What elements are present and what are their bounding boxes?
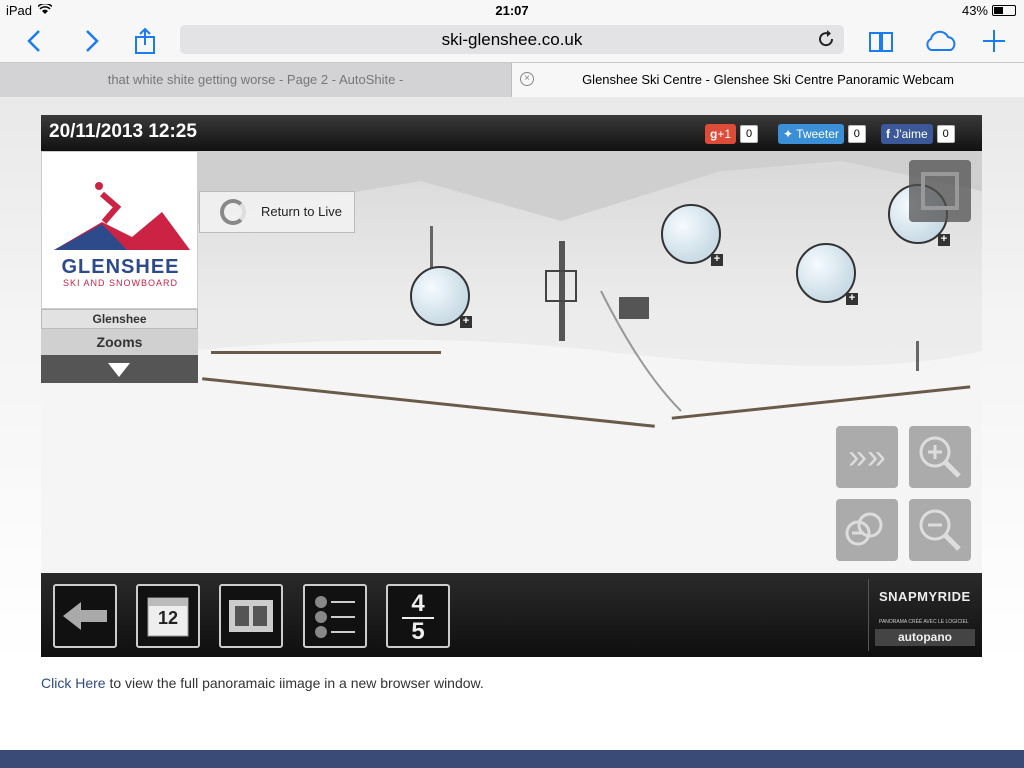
- plus-icon: +: [460, 316, 472, 328]
- return-to-live-button[interactable]: Return to Live: [199, 191, 355, 233]
- calendar-button[interactable]: 12: [136, 584, 200, 648]
- click-here-link[interactable]: Click Here: [41, 675, 106, 691]
- page-footer-bar: [0, 750, 1024, 768]
- tab-bar: that white shite getting worse - Page 2 …: [0, 62, 1024, 97]
- loading-spinner-icon: [220, 199, 246, 225]
- gplus-share[interactable]: g+1 0: [705, 124, 759, 144]
- logo-mountain-icon: [54, 182, 190, 250]
- facebook-count: 0: [936, 125, 955, 143]
- snapmyride-brand[interactable]: SNAPMYRIDE PANORAMA CRÉÉ AVEC LE LOGICIE…: [868, 579, 976, 651]
- list-button[interactable]: [303, 584, 367, 648]
- battery-icon: [992, 5, 1016, 16]
- book-icon[interactable]: [866, 26, 896, 56]
- clock: 21:07: [495, 3, 529, 18]
- autopano-label: autopano: [875, 629, 975, 646]
- twitter-button[interactable]: ✦ Tweeter: [778, 124, 844, 144]
- zoom-reset-button[interactable]: [836, 499, 898, 561]
- zoom-out-button[interactable]: [909, 499, 971, 561]
- panorama-image[interactable]: GLENSHEE SKI AND SNOWBOARD Glenshee Zoom…: [41, 151, 982, 573]
- battery-percent: 43%: [961, 3, 988, 18]
- zoom-in-button[interactable]: [909, 426, 971, 488]
- facebook-button[interactable]: f J'aime: [881, 124, 933, 144]
- speed-top: 4: [411, 590, 425, 617]
- fullscreen-button[interactable]: [909, 160, 971, 222]
- timelapse-button[interactable]: [219, 584, 283, 648]
- tab-label: Glenshee Ski Centre - Glenshee Ski Centr…: [582, 72, 954, 87]
- return-to-live-label: Return to Live: [261, 204, 342, 219]
- snow-fence: [211, 351, 441, 354]
- zoom-in-icon: [919, 436, 961, 478]
- datestamp: 20/11/2013 12:25: [49, 121, 197, 142]
- plus-icon: +: [846, 293, 858, 305]
- caption: Click Here to view the full panoramaic i…: [41, 675, 484, 691]
- reload-icon[interactable]: [818, 25, 836, 63]
- zoom-out-icon: [919, 509, 961, 551]
- tab-label: that white shite getting worse - Page 2 …: [107, 72, 404, 87]
- location-label[interactable]: Glenshee: [41, 309, 198, 329]
- chevron-right-icon[interactable]: [76, 26, 106, 56]
- plus-icon: +: [711, 254, 723, 266]
- brand-name: SNAPMYRIDE: [879, 589, 971, 604]
- panorama-viewer: 20/11/2013 12:25 g+1 0 ✦ Tweeter 0 f J'a…: [41, 115, 982, 657]
- arrow-left-icon: [63, 602, 107, 630]
- fullscreen-icon: [921, 172, 959, 210]
- brand-note: PANORAMA CRÉÉ AVEC LE LOGICIEL: [879, 619, 969, 625]
- autoplay-button[interactable]: »»: [836, 426, 898, 488]
- url-text: ski-glenshee.co.uk: [441, 30, 583, 49]
- zooms-dropdown-button[interactable]: [41, 355, 198, 383]
- tab-autoshite[interactable]: that white shite getting worse - Page 2 …: [0, 63, 512, 97]
- zoom-hotspot[interactable]: +: [796, 243, 858, 305]
- browser-toolbar: ski-glenshee.co.uk: [0, 20, 1024, 62]
- back-button[interactable]: [53, 584, 117, 648]
- tab-glenshee[interactable]: × Glenshee Ski Centre - Glenshee Ski Cen…: [512, 63, 1024, 97]
- facebook-icon: f: [886, 127, 890, 141]
- speed-button[interactable]: 4 5: [386, 584, 450, 648]
- zoom-out-multi-icon: [845, 512, 883, 546]
- chevron-left-icon[interactable]: [20, 26, 50, 56]
- page-content: 20/11/2013 12:25 g+1 0 ✦ Tweeter 0 f J'a…: [0, 97, 1024, 768]
- zoom-hotspot[interactable]: +: [661, 204, 723, 266]
- calendar-day: 12: [157, 608, 179, 628]
- speed-bottom: 5: [411, 618, 425, 645]
- twitter-count: 0: [847, 125, 866, 143]
- viewer-top-bar: 20/11/2013 12:25 g+1 0 ✦ Tweeter 0 f J'a…: [41, 115, 982, 151]
- film-icon: [229, 600, 273, 632]
- logo-text: GLENSHEE: [61, 256, 180, 278]
- twitter-icon: ✦: [783, 127, 797, 141]
- share-icon[interactable]: [130, 26, 160, 56]
- address-bar[interactable]: ski-glenshee.co.uk: [180, 25, 844, 54]
- list-icon: [315, 596, 355, 638]
- zoom-hotspot[interactable]: +: [410, 266, 472, 328]
- icloud-icon[interactable]: [922, 26, 960, 56]
- fast-forward-icon: »»: [848, 438, 886, 476]
- facebook-share[interactable]: f J'aime 0: [881, 124, 955, 144]
- twitter-share[interactable]: ✦ Tweeter 0: [778, 124, 866, 144]
- zooms-label[interactable]: Zooms: [41, 329, 198, 355]
- plus-icon[interactable]: [979, 26, 1009, 56]
- close-icon[interactable]: ×: [520, 72, 534, 86]
- gplus-count: 0: [740, 125, 759, 143]
- caption-text: to view the full panoramaic iimage in a …: [105, 675, 484, 691]
- triangle-down-icon: [108, 363, 130, 377]
- logo-tagline: SKI AND SNOWBOARD: [62, 278, 178, 288]
- status-bar: iPad 21:07 43%: [0, 0, 1024, 20]
- gplus-button[interactable]: g+1: [705, 124, 737, 144]
- plus-icon: +: [938, 234, 950, 246]
- glenshee-logo[interactable]: GLENSHEE SKI AND SNOWBOARD: [41, 151, 198, 309]
- viewer-bottom-bar: 12 4 5 SNAPMYRIDE PANORAMA CRÉÉ AVEC LE …: [41, 573, 982, 657]
